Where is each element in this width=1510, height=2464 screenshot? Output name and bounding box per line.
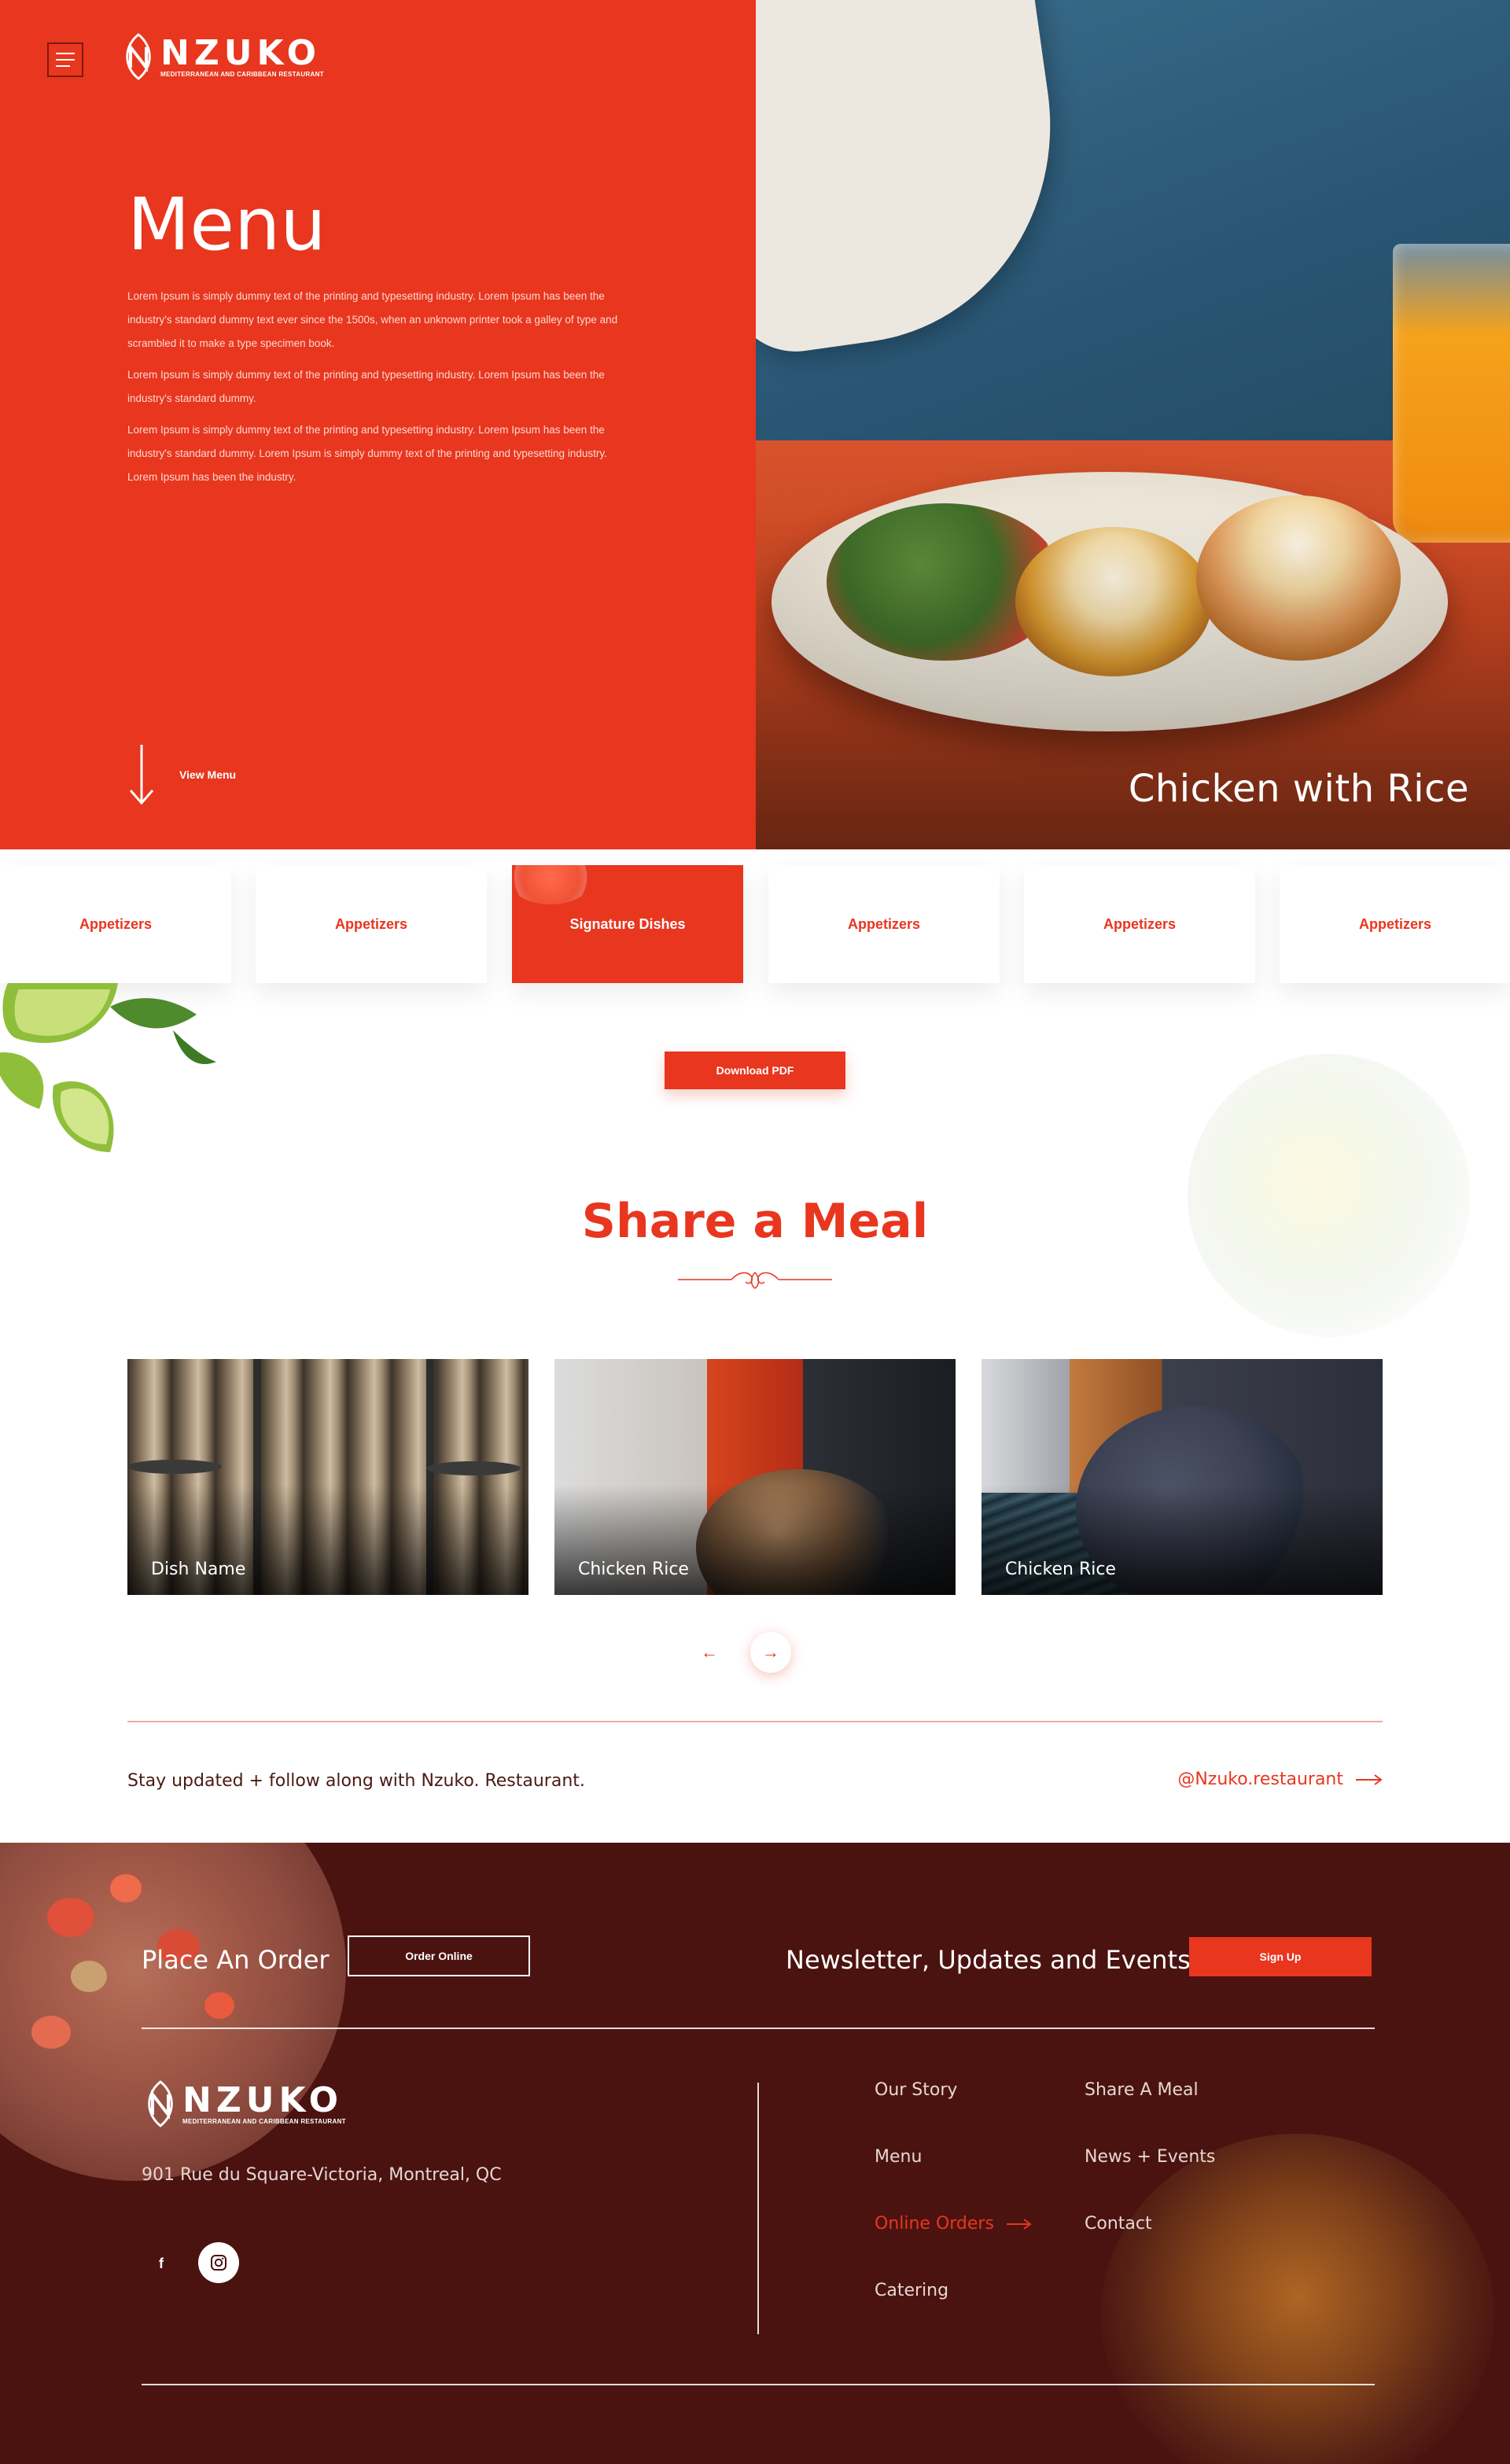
instagram-handle: @Nzuko.restaurant (1177, 1770, 1343, 1789)
logo-tagline: MEDITERRANEAN AND CARIBBEAN RESTAURANT (182, 2117, 346, 2125)
footer-nav-contact[interactable]: Contact (1085, 2214, 1152, 2234)
facebook-icon[interactable]: f (149, 2252, 173, 2275)
footer-nav-share-a-meal[interactable]: Share A Meal (1085, 2080, 1199, 2100)
menu-category-tabs: Appetizers Appetizers Signature Dishes A… (0, 865, 1510, 983)
logo-word: NZUKO (160, 32, 321, 73)
share-meal-title: Share a Meal (581, 1194, 929, 1249)
tab-signature-dishes[interactable]: Signature Dishes (512, 865, 743, 983)
newsletter-title: Newsletter, Updates and Events (786, 1945, 1191, 1975)
arrow-down-icon (129, 745, 154, 805)
meal-card-caption: Chicken Rice (1005, 1560, 1116, 1579)
burger-image (1101, 2134, 1494, 2464)
hero-paragraph: Lorem Ipsum is simply dummy text of the … (127, 290, 618, 349)
ornament-divider-icon (678, 1271, 832, 1289)
hero-dish-title: Chicken with Rice (1128, 767, 1469, 811)
meal-card[interactable]: Chicken Rice (982, 1359, 1383, 1595)
logo-word: NZUKO (182, 2079, 343, 2120)
hamburger-menu-button[interactable] (47, 42, 83, 77)
meal-card[interactable]: Dish Name (127, 1359, 528, 1595)
tab-appetizers[interactable]: Appetizers (0, 865, 231, 983)
footer-divider (142, 2028, 1375, 2029)
footer-nav-label: Online Orders (875, 2214, 994, 2234)
restaurant-address: 901 Rue du Square-Victoria, Montreal, QC (142, 2165, 502, 2185)
arrow-left-icon[interactable]: ← (700, 1642, 719, 1663)
site-logo[interactable]: NZUKO MEDITERRANEAN AND CARIBBEAN RESTAU… (120, 31, 324, 82)
lime-slices-image (0, 983, 216, 1152)
meal-card-caption: Dish Name (151, 1560, 246, 1579)
footer-vertical-divider (757, 2083, 759, 2334)
arrow-right-icon (1356, 1773, 1383, 1785)
tab-label: Signature Dishes (569, 915, 686, 932)
meal-card[interactable]: Chicken Rice (554, 1359, 956, 1595)
order-online-button[interactable]: Order Online (348, 1935, 530, 1976)
footer-nav-menu[interactable]: Menu (875, 2147, 922, 2167)
meal-card-caption: Chicken Rice (578, 1560, 689, 1579)
carousel-pager: ← → (700, 1632, 791, 1673)
hero-paragraph: Lorem Ipsum is simply dummy text of the … (127, 424, 607, 483)
tab-label: Appetizers (1103, 915, 1177, 932)
follow-text: Stay updated + follow along with Nzuko. … (127, 1771, 585, 1791)
section-divider (127, 1721, 1383, 1722)
hero-paragraph: Lorem Ipsum is simply dummy text of the … (127, 369, 605, 404)
logo-leaf-icon (126, 33, 151, 80)
tab-label: Appetizers (847, 915, 921, 932)
instagram-icon[interactable] (198, 2242, 239, 2283)
logo-tagline: MEDITERRANEAN AND CARIBBEAN RESTAURANT (160, 70, 324, 78)
logo-leaf-icon (148, 2080, 173, 2127)
tab-appetizers[interactable]: Appetizers (256, 865, 487, 983)
footer-nav-online-orders[interactable]: Online Orders (875, 2214, 1032, 2234)
arrow-right-icon[interactable]: → (750, 1632, 791, 1673)
footer-divider (142, 2384, 1375, 2385)
instagram-glyph-icon (211, 2255, 226, 2271)
view-menu-link[interactable]: View Menu (127, 743, 236, 806)
footer-nav-news-events[interactable]: News + Events (1085, 2147, 1215, 2167)
download-pdf-button[interactable]: Download PDF (665, 1052, 845, 1089)
tab-appetizers[interactable]: Appetizers (1024, 865, 1255, 983)
tab-appetizers[interactable]: Appetizers (768, 865, 1000, 983)
hero-description: Lorem Ipsum is simply dummy text of the … (127, 285, 628, 497)
view-menu-label: View Menu (179, 768, 237, 781)
sign-up-button[interactable]: Sign Up (1189, 1937, 1372, 1976)
tab-appetizers[interactable]: Appetizers (1280, 865, 1510, 983)
hamburger-line (56, 59, 75, 61)
page-title: Menu (127, 182, 326, 267)
footer-nav-catering[interactable]: Catering (875, 2281, 948, 2300)
tab-label: Appetizers (334, 915, 408, 932)
footer-nav-our-story[interactable]: Our Story (875, 2080, 957, 2100)
footer-logo[interactable]: NZUKO MEDITERRANEAN AND CARIBBEAN RESTAU… (142, 2079, 346, 2129)
hamburger-line (56, 53, 75, 54)
salad-bowl-image (0, 1843, 346, 2181)
arrow-right-icon (1006, 2218, 1032, 2230)
tab-label: Appetizers (79, 915, 153, 932)
hero-food-image (756, 0, 1510, 849)
site-footer: Place An Order Order Online Newsletter, … (0, 1843, 1510, 2464)
place-order-title: Place An Order (142, 1945, 330, 1975)
hero-section: Chicken with Rice NZUKO MEDITERRANEAN AN… (0, 0, 1510, 849)
hamburger-line (56, 65, 70, 67)
instagram-handle-link[interactable]: @Nzuko.restaurant (1177, 1770, 1383, 1789)
tab-label: Appetizers (1358, 915, 1432, 932)
